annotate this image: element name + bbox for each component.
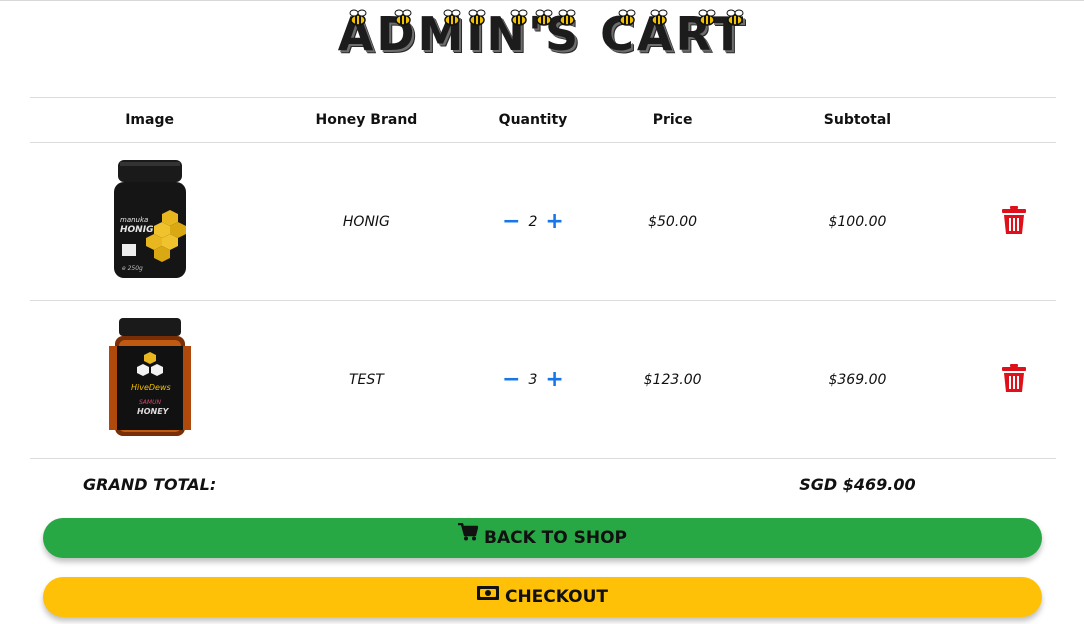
back-to-shop-label: BACK TO SHOP xyxy=(483,528,628,548)
subtotal-cell: $369.00 xyxy=(742,300,973,459)
plus-icon[interactable]: + xyxy=(545,210,563,232)
top-divider xyxy=(0,0,1084,1)
bee-icon xyxy=(726,9,744,26)
remove-cell xyxy=(972,300,1056,459)
bee-decorations xyxy=(0,2,1084,32)
page-header: ADMIN'S CART xyxy=(0,2,1084,66)
quantity-value: 3 xyxy=(528,371,538,388)
delete-button[interactable] xyxy=(1002,363,1026,396)
table-row: HiveDews SAMUN HONEY TEST − 3 + $123.00 … xyxy=(30,300,1056,459)
brand-cell: TEST xyxy=(269,300,464,459)
bee-icon xyxy=(443,9,461,26)
product-image-cell: HiveDews SAMUN HONEY xyxy=(30,300,270,459)
product-image-honig: manuka HONIG e 250g xyxy=(113,159,186,278)
column-header-actions xyxy=(972,97,1056,143)
table-row: manuka HONIG e 250g HONIG − 2 + $50.00 $… xyxy=(30,142,1056,301)
trash-icon xyxy=(1002,205,1026,234)
column-header-price: Price xyxy=(602,97,743,143)
delete-button[interactable] xyxy=(1002,205,1026,238)
bee-icon xyxy=(618,9,636,26)
price-cell: $50.00 xyxy=(602,142,743,301)
trash-icon xyxy=(1002,363,1026,392)
bee-icon xyxy=(394,9,412,26)
svg-text:e 250g: e 250g xyxy=(122,265,143,272)
product-image-cell: manuka HONIG e 250g xyxy=(30,142,270,301)
quantity-stepper: − 3 + xyxy=(502,368,564,390)
svg-text:SAMUN: SAMUN xyxy=(139,399,161,406)
quantity-stepper: − 2 + xyxy=(502,210,564,232)
table-header-row: Image Honey Brand Quantity Price Subtota… xyxy=(30,97,1056,143)
price-cell: $123.00 xyxy=(602,300,743,459)
remove-cell xyxy=(972,142,1056,301)
svg-text:HiveDews: HiveDews xyxy=(131,383,171,392)
grand-total-label: GRAND TOTAL: xyxy=(82,474,217,494)
grand-total-value: SGD $469.00 xyxy=(799,474,916,494)
grand-total-row: GRAND TOTAL: SGD $469.00 xyxy=(30,459,1056,510)
cart-table: Image Honey Brand Quantity Price Subtota… xyxy=(30,97,1056,509)
minus-icon[interactable]: − xyxy=(502,210,520,232)
quantity-value: 2 xyxy=(528,213,538,230)
svg-text:HONIG: HONIG xyxy=(120,225,153,235)
bee-icon xyxy=(510,9,528,26)
cart-icon xyxy=(457,516,479,556)
brand-cell: HONIG xyxy=(269,142,464,301)
column-header-image: Image xyxy=(30,97,270,143)
quantity-cell: − 3 + xyxy=(463,300,603,459)
svg-text:HONEY: HONEY xyxy=(137,407,170,416)
bee-icon xyxy=(349,9,367,26)
bee-icon xyxy=(698,9,716,26)
plus-icon[interactable]: + xyxy=(545,368,563,390)
bee-icon xyxy=(468,9,486,26)
money-icon xyxy=(476,575,499,615)
subtotal-cell: $100.00 xyxy=(742,142,973,301)
column-header-subtotal: Subtotal xyxy=(742,97,973,143)
product-image-label: manuka xyxy=(120,216,148,224)
checkout-button[interactable]: CHECKOUT xyxy=(43,577,1042,617)
product-image-test: HiveDews SAMUN HONEY xyxy=(108,317,191,436)
bee-icon xyxy=(650,9,668,26)
minus-icon[interactable]: − xyxy=(502,368,520,390)
column-header-quantity: Quantity xyxy=(463,97,603,143)
bee-icon xyxy=(558,9,576,26)
quantity-cell: − 2 + xyxy=(463,142,603,301)
checkout-label: CHECKOUT xyxy=(504,587,609,607)
column-header-brand: Honey Brand xyxy=(269,97,464,143)
bee-icon xyxy=(535,9,553,26)
back-to-shop-button[interactable]: BACK TO SHOP xyxy=(43,518,1042,558)
